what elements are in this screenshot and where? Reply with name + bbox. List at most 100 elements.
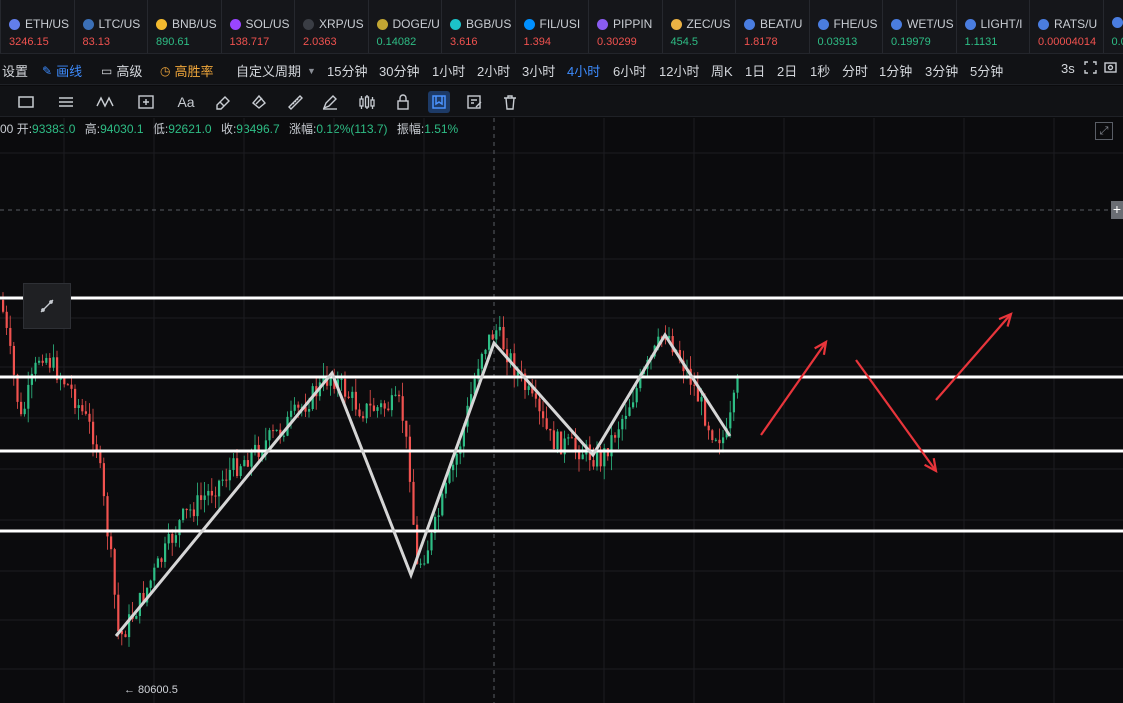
ticker-price: 2.0363 xyxy=(303,36,337,48)
candle-body xyxy=(160,558,163,562)
ticker-item[interactable]: LTC/US 83.13 xyxy=(73,0,147,53)
period-tab[interactable]: 5分钟 xyxy=(970,61,1003,80)
period-tab[interactable]: 分时 xyxy=(842,61,868,80)
edit-note-icon[interactable] xyxy=(464,91,486,113)
candle-body xyxy=(182,508,185,521)
period-tab[interactable]: 2小时 xyxy=(477,61,510,80)
text-icon[interactable]: Aa xyxy=(175,91,197,113)
coin-icon xyxy=(82,18,94,30)
candle-body xyxy=(347,396,350,398)
candle-body xyxy=(167,533,170,544)
ticker-item[interactable]: PIPPIN 0.30299 xyxy=(588,0,661,53)
period-tab[interactable]: 12小时 xyxy=(659,61,699,80)
candle-body xyxy=(484,349,487,354)
period-tab[interactable]: 1小时 xyxy=(432,61,465,80)
ticker-price: 0.0 xyxy=(1111,36,1123,48)
candle-body xyxy=(423,563,426,565)
winrate-button[interactable]: ◷ 高胜率 xyxy=(160,61,214,80)
period-tab[interactable]: 1日 xyxy=(745,61,765,80)
candle-body xyxy=(153,567,156,581)
draw-button[interactable]: ✎ 画线 xyxy=(42,61,82,80)
custom-period-dropdown[interactable]: 自定义周期 ▼ xyxy=(236,61,316,80)
ticker-item[interactable]: FIL/USI 1.394 xyxy=(514,0,588,53)
candle-body xyxy=(48,357,51,368)
candle-body xyxy=(77,405,80,409)
pen-icon[interactable] xyxy=(319,91,341,113)
add-price-line-button[interactable]: + xyxy=(1111,201,1123,219)
ticker-item[interactable]: FHE/US 0.03913 xyxy=(808,0,882,53)
caret-down-icon: ▼ xyxy=(307,65,316,76)
candle-body xyxy=(203,495,206,500)
period-tab[interactable]: 1秒 xyxy=(810,61,830,80)
lock-icon[interactable] xyxy=(392,91,414,113)
eraser-icon[interactable] xyxy=(212,91,234,113)
fullscreen-icon[interactable] xyxy=(1084,61,1097,74)
candle-body xyxy=(408,436,411,482)
period-tab[interactable]: 2日 xyxy=(777,61,797,80)
coin-icon xyxy=(817,18,829,30)
ticker-item[interactable]: BNB/US 890.61 xyxy=(147,0,220,53)
candle-body xyxy=(232,458,235,470)
period-tab[interactable]: 3分钟 xyxy=(925,61,958,80)
candle-body xyxy=(329,377,332,386)
candle-body xyxy=(538,398,541,412)
trendline-tool-button[interactable] xyxy=(23,283,71,329)
period-tab[interactable]: 3小时 xyxy=(522,61,555,80)
ticker-item[interactable]: XRP/US 2.0363 xyxy=(294,0,367,53)
ticker-item[interactable]: BGB/US 3.616 xyxy=(441,0,514,53)
trash-icon[interactable] xyxy=(499,91,521,113)
candle-body xyxy=(704,397,707,426)
period-tab[interactable]: 1分钟 xyxy=(879,61,912,80)
candle-body xyxy=(452,464,455,471)
candle-body xyxy=(714,439,717,441)
period-tab[interactable]: 周K xyxy=(711,61,733,80)
ruler-icon[interactable] xyxy=(284,91,306,113)
clock-icon: ◷ xyxy=(160,63,171,78)
candle-body xyxy=(88,413,91,422)
candle-body xyxy=(444,482,447,494)
ticker-price: 1.8178 xyxy=(744,36,778,48)
refresh-interval[interactable]: 3s xyxy=(1061,61,1075,76)
screenshot-icon[interactable] xyxy=(1104,61,1117,74)
candle-body xyxy=(556,431,559,450)
ticker-item[interactable]: RATS/U 0.00004014 xyxy=(1029,0,1102,53)
ticker-item[interactable]: WET/US 0.19979 xyxy=(882,0,955,53)
ticker-item[interactable]: ZEC/US 454.5 xyxy=(661,0,735,53)
candlestick-chart[interactable] xyxy=(0,118,1123,703)
window-icon: ▭ xyxy=(101,63,113,78)
candle-body xyxy=(398,394,401,397)
ticker-item[interactable]: ETH/US 3246.15 xyxy=(0,0,73,53)
rectangle-icon[interactable] xyxy=(15,91,37,113)
candle-body xyxy=(102,463,105,497)
candle-body xyxy=(200,495,203,500)
ticker-item[interactable]: LIGHT/I 1.1131 xyxy=(955,0,1029,53)
candle-body xyxy=(596,450,599,467)
ticker-item[interactable]: SOL/US 138.717 xyxy=(220,0,294,53)
coin-icon xyxy=(670,18,682,30)
ticker-item[interactable]: DOGE/U 0.14082 xyxy=(367,0,441,53)
ticker-item[interactable]: BEAT/U 1.8178 xyxy=(735,0,808,53)
candle-body xyxy=(9,327,12,346)
ticker-price: 3246.15 xyxy=(9,36,49,48)
layer-icon[interactable] xyxy=(248,91,270,113)
candle-body xyxy=(545,418,548,429)
expand-icon[interactable]: ⤢ xyxy=(1095,122,1113,140)
bookmark-icon[interactable] xyxy=(428,91,450,113)
candle-body xyxy=(214,495,217,497)
period-tab[interactable]: 6小时 xyxy=(613,61,646,80)
period-tab[interactable]: 4小时 xyxy=(567,61,600,80)
horizontal-lines-icon[interactable] xyxy=(55,91,77,113)
candle-body xyxy=(426,550,429,564)
coin-icon xyxy=(303,18,314,30)
wave-pattern-icon[interactable] xyxy=(94,91,116,113)
advanced-button[interactable]: ▭ 高级 xyxy=(101,61,142,80)
settings-button[interactable]: 设置 xyxy=(2,61,28,80)
ticker-item[interactable]: 0.0 xyxy=(1102,0,1123,53)
candle-body xyxy=(297,404,300,408)
ticker-price: 0.30299 xyxy=(597,36,637,48)
period-tab[interactable]: 15分钟 xyxy=(327,61,367,80)
candle-body xyxy=(70,384,73,389)
candles-icon[interactable] xyxy=(356,91,378,113)
crosshair-box-icon[interactable] xyxy=(135,91,157,113)
period-tab[interactable]: 30分钟 xyxy=(379,61,419,80)
